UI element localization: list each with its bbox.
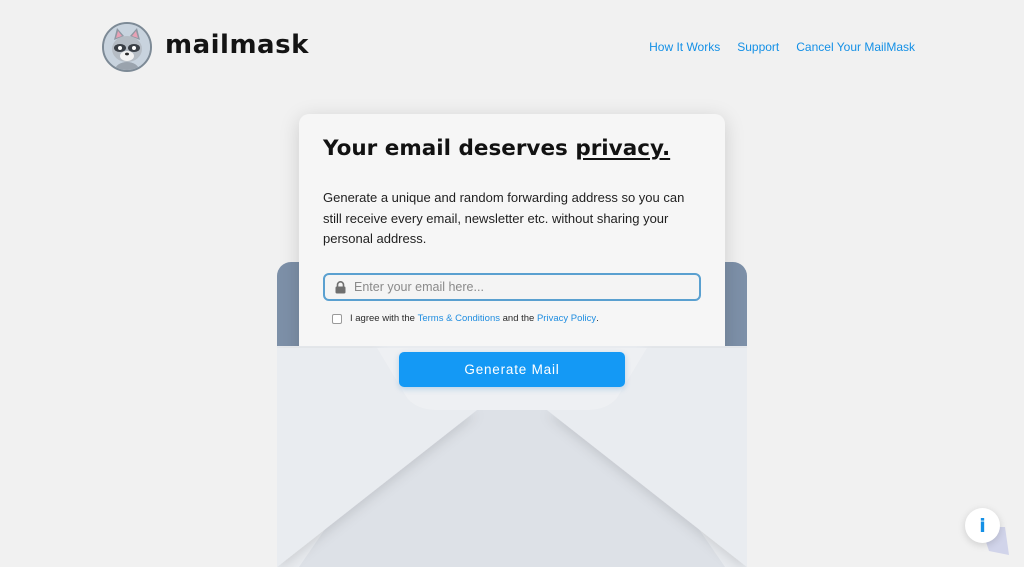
terms-checkbox[interactable] <box>332 313 342 324</box>
nav-support[interactable]: Support <box>737 40 779 54</box>
terms-agreement: I agree with the Terms & Conditions and … <box>332 313 599 324</box>
nav-cancel-mailmask[interactable]: Cancel Your MailMask <box>796 40 915 54</box>
site-header: mailmask How It Works Support Cancel You… <box>0 0 1024 95</box>
info-icon[interactable]: i <box>965 508 1000 543</box>
title-prefix: Your email deserves <box>323 136 576 161</box>
nav-how-it-works[interactable]: How It Works <box>649 40 720 54</box>
title-emphasis: privacy. <box>575 136 671 161</box>
top-nav: How It Works Support Cancel Your MailMas… <box>649 40 915 54</box>
privacy-policy-link[interactable]: Privacy Policy <box>537 313 596 324</box>
lock-icon <box>333 280 347 294</box>
raccoon-mascot-icon <box>104 24 150 70</box>
agree-prefix: I agree with the <box>350 313 415 324</box>
brand-name[interactable]: mailmask <box>165 30 309 60</box>
generate-mail-button[interactable]: Generate Mail <box>399 352 625 387</box>
terms-link[interactable]: Terms & Conditions <box>418 313 500 324</box>
page-title: Your email deserves privacy. <box>323 136 670 161</box>
agree-middle: and the <box>502 313 535 324</box>
hero-description: Generate a unique and random forwarding … <box>323 190 685 246</box>
agree-suffix: . <box>596 313 599 324</box>
email-field-wrapper <box>323 273 701 301</box>
logo-avatar[interactable] <box>102 22 152 72</box>
email-input[interactable] <box>354 275 699 299</box>
